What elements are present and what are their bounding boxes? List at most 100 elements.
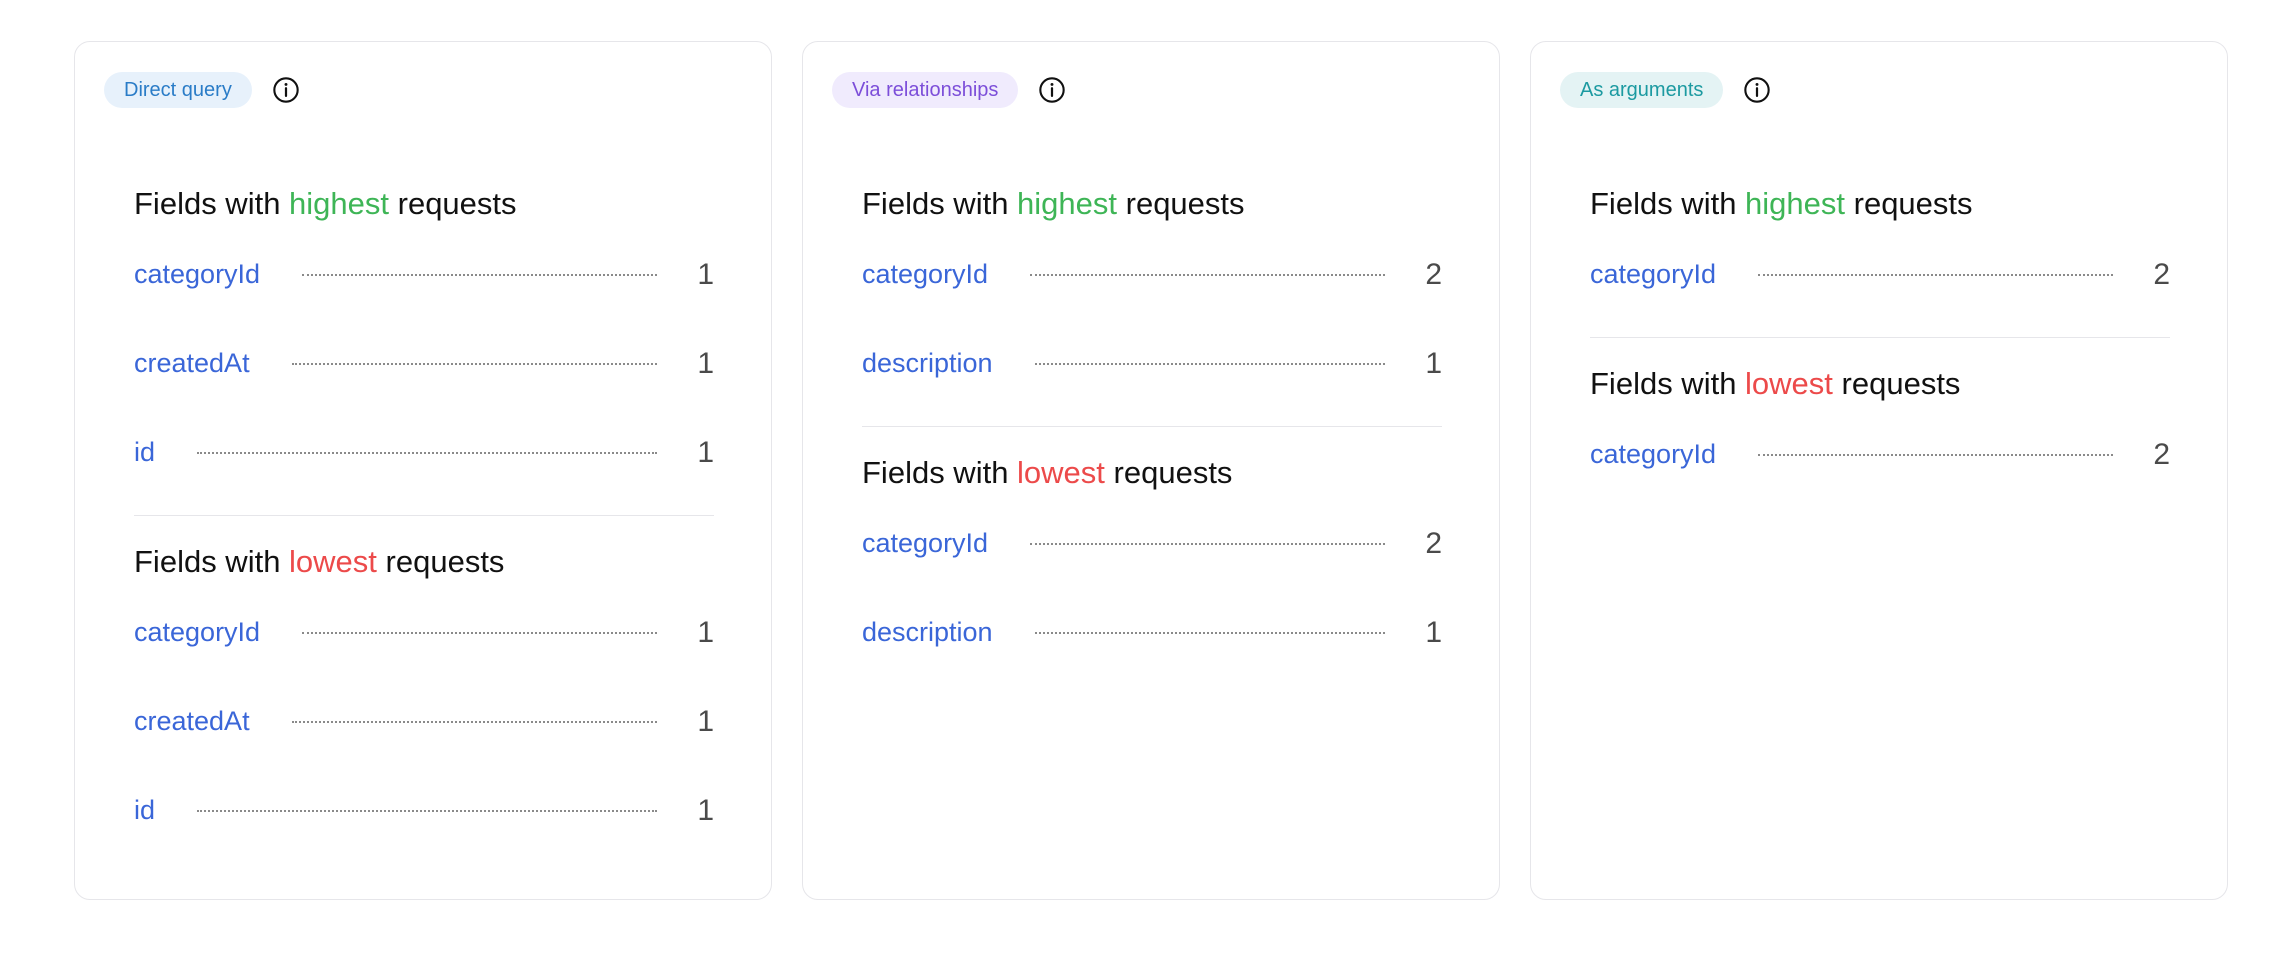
title-emphasis-lowest: lowest — [289, 544, 377, 579]
dotted-leader — [197, 451, 658, 454]
title-prefix: Fields with — [862, 186, 1018, 221]
dotted-leader — [1758, 273, 2114, 276]
highest-requests-section: Fields with highest requests categoryId 2 — [1590, 180, 2170, 319]
title-suffix: requests — [1832, 366, 1961, 401]
category-badge: Via relationships — [832, 72, 1019, 108]
section-title-lowest: Fields with lowest requests — [862, 449, 1442, 497]
field-row: id 1 — [134, 766, 714, 855]
title-prefix: Fields with — [862, 455, 1018, 490]
field-row: categoryId 2 — [1590, 410, 2170, 499]
section-divider — [134, 515, 714, 516]
request-count: 2 — [1425, 526, 1442, 560]
dotted-leader — [302, 273, 658, 276]
field-name-link[interactable]: id — [134, 437, 155, 468]
section-divider — [1590, 337, 2170, 338]
card-header: Via relationships — [832, 72, 1066, 108]
lowest-requests-section: Fields with lowest requests categoryId 1 cr… — [134, 538, 714, 855]
request-count: 1 — [697, 346, 714, 380]
field-name-link[interactable]: categoryId — [1590, 259, 1716, 290]
section-divider — [862, 426, 1442, 427]
highest-requests-section: Fields with highest requests categoryId 2 d… — [862, 180, 1442, 408]
dotted-leader — [1758, 453, 2114, 456]
field-name-link[interactable]: description — [862, 348, 993, 379]
title-prefix: Fields with — [1590, 366, 1746, 401]
field-name-link[interactable]: categoryId — [134, 259, 260, 290]
field-name-link[interactable]: createdAt — [134, 348, 250, 379]
section-title-highest: Fields with highest requests — [862, 180, 1442, 228]
title-emphasis-lowest: lowest — [1745, 366, 1833, 401]
title-emphasis-lowest: lowest — [1017, 455, 1105, 490]
field-row: createdAt 1 — [134, 319, 714, 408]
field-row: categoryId 2 — [862, 230, 1442, 319]
card-header: As arguments — [1560, 72, 1771, 108]
request-count: 2 — [2153, 437, 2170, 471]
dotted-leader — [1030, 273, 1386, 276]
card-body: Fields with highest requests categoryId 1 c… — [134, 180, 714, 855]
info-icon[interactable] — [272, 76, 300, 104]
request-count: 1 — [1425, 615, 1442, 649]
title-emphasis-highest: highest — [289, 186, 390, 221]
field-usage-cards: Direct query Fields with highest requests… — [74, 41, 2228, 900]
via-relationships-card: Via relationships Fields with highest req… — [802, 41, 1500, 900]
lowest-field-list: categoryId 2 — [1590, 410, 2170, 499]
field-row: description 1 — [862, 588, 1442, 677]
field-name-link[interactable]: categoryId — [862, 528, 988, 559]
title-prefix: Fields with — [134, 544, 290, 579]
lowest-requests-section: Fields with lowest requests categoryId 2 de… — [862, 449, 1442, 677]
field-row: categoryId 2 — [1590, 230, 2170, 319]
field-name-link[interactable]: createdAt — [134, 706, 250, 737]
field-name-link[interactable]: description — [862, 617, 993, 648]
request-count: 1 — [697, 793, 714, 827]
card-body: Fields with highest requests categoryId 2 F… — [1590, 180, 2170, 499]
section-title-highest: Fields with highest requests — [134, 180, 714, 228]
info-icon[interactable] — [1743, 76, 1771, 104]
title-suffix: requests — [1845, 186, 1973, 221]
field-name-link[interactable]: categoryId — [862, 259, 988, 290]
dotted-leader — [291, 362, 658, 365]
request-count: 2 — [1425, 257, 1442, 291]
field-name-link[interactable]: id — [134, 795, 155, 826]
title-prefix: Fields with — [1590, 186, 1746, 221]
request-count: 1 — [1425, 346, 1442, 380]
request-count: 1 — [697, 435, 714, 469]
field-row: createdAt 1 — [134, 677, 714, 766]
card-body: Fields with highest requests categoryId 2 d… — [862, 180, 1442, 677]
dotted-leader — [302, 631, 658, 634]
lowest-requests-section: Fields with lowest requests categoryId 2 — [1590, 360, 2170, 499]
request-count: 1 — [697, 704, 714, 738]
title-suffix: requests — [1104, 455, 1233, 490]
direct-query-card: Direct query Fields with highest requests… — [74, 41, 772, 900]
title-suffix: requests — [376, 544, 505, 579]
card-header: Direct query — [104, 72, 300, 108]
request-count: 1 — [697, 615, 714, 649]
lowest-field-list: categoryId 2 description 1 — [862, 499, 1442, 677]
highest-requests-section: Fields with highest requests categoryId 1 c… — [134, 180, 714, 497]
highest-field-list: categoryId 2 — [1590, 230, 2170, 319]
dotted-leader — [1034, 631, 1386, 634]
request-count: 2 — [2153, 257, 2170, 291]
section-title-lowest: Fields with lowest requests — [1590, 360, 2170, 408]
section-title-highest: Fields with highest requests — [1590, 180, 2170, 228]
field-name-link[interactable]: categoryId — [134, 617, 260, 648]
title-suffix: requests — [389, 186, 517, 221]
dotted-leader — [291, 720, 658, 723]
field-row: categoryId 1 — [134, 588, 714, 677]
title-emphasis-highest: highest — [1017, 186, 1118, 221]
title-prefix: Fields with — [134, 186, 290, 221]
dotted-leader — [197, 809, 658, 812]
highest-field-list: categoryId 1 createdAt 1 id 1 — [134, 230, 714, 497]
as-arguments-card: As arguments Fields with highest requests… — [1530, 41, 2228, 900]
info-icon[interactable] — [1038, 76, 1066, 104]
field-row: categoryId 2 — [862, 499, 1442, 588]
request-count: 1 — [697, 257, 714, 291]
section-title-lowest: Fields with lowest requests — [134, 538, 714, 586]
field-row: categoryId 1 — [134, 230, 714, 319]
highest-field-list: categoryId 2 description 1 — [862, 230, 1442, 408]
field-row: description 1 — [862, 319, 1442, 408]
field-row: id 1 — [134, 408, 714, 497]
field-name-link[interactable]: categoryId — [1590, 439, 1716, 470]
title-emphasis-highest: highest — [1745, 186, 1846, 221]
lowest-field-list: categoryId 1 createdAt 1 id 1 — [134, 588, 714, 855]
dotted-leader — [1030, 542, 1386, 545]
category-badge: Direct query — [104, 72, 252, 108]
